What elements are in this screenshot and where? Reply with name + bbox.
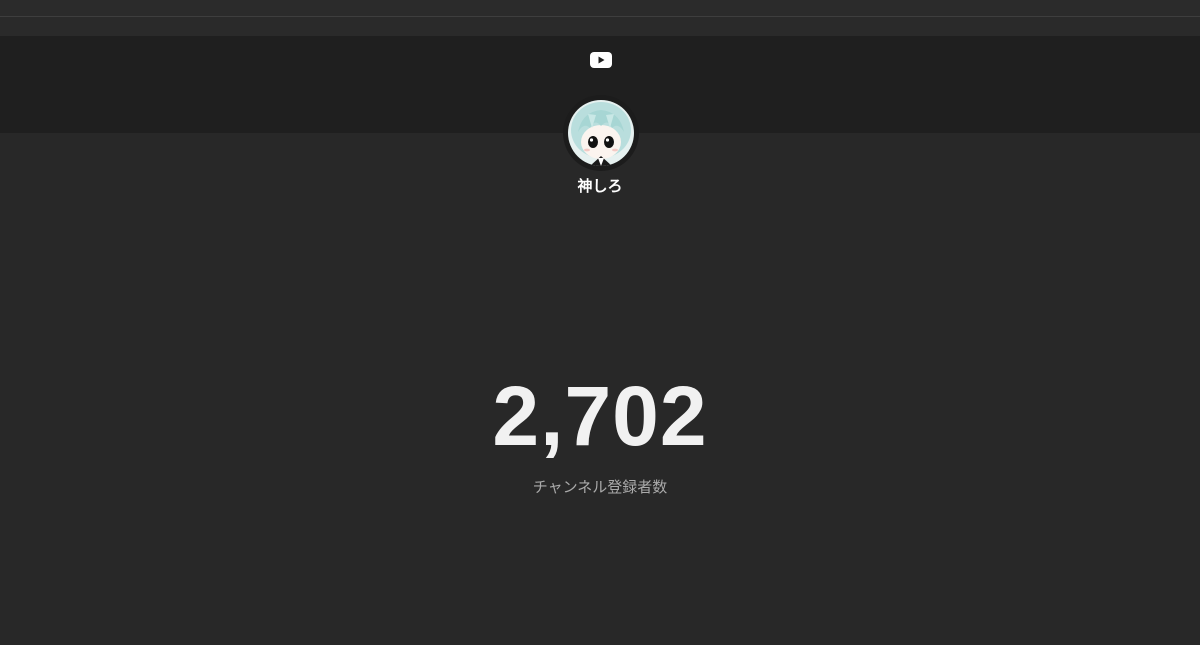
top-gap bbox=[0, 17, 1200, 36]
top-bar bbox=[0, 0, 1200, 17]
channel-name[interactable]: 神しろ bbox=[500, 176, 700, 196]
avatar[interactable] bbox=[568, 100, 634, 166]
subscriber-count: 2,702 bbox=[492, 369, 708, 463]
youtube-logo-icon[interactable] bbox=[590, 52, 612, 68]
page: 神しろ 2,702 チャンネル登録者数 bbox=[0, 0, 1200, 645]
subscriber-label: チャンネル登録者数 bbox=[532, 478, 668, 496]
